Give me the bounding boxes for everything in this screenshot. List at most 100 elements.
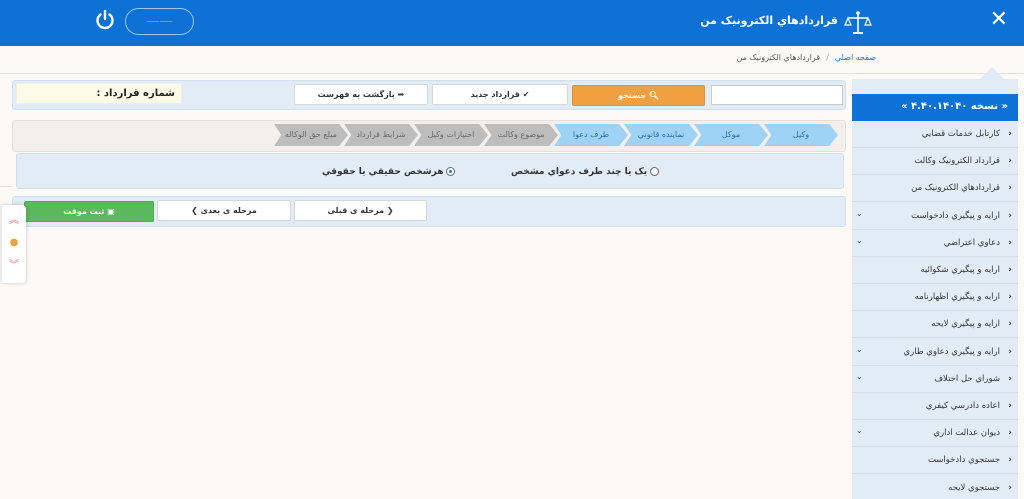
share-arrow-icon: ➦ — [397, 90, 405, 99]
chevron-left-icon: ‹ — [1008, 183, 1012, 194]
search-label: جستجو — [618, 91, 646, 100]
chevron-left-icon: ‹ — [1008, 265, 1012, 275]
sidebar-item-label: شوراي حل اختلاف — [934, 373, 1000, 384]
sidebar-item-label: ارايه و پيگيري دادخواست — [911, 210, 1000, 221]
previous-step-label: مرحله ی قبلی — [327, 206, 385, 215]
sidebar-item[interactable]: ‹ ارايه و پيگيري دعاوي طاري ⌄ — [852, 339, 1018, 366]
sidebar-item-label: قرارداد الکترونيک وکالت — [914, 156, 1000, 167]
new-contract-button[interactable]: ✔ قرارداد جديد — [432, 84, 568, 105]
sidebar-item[interactable]: ‹ جستجوي دادخواست — [852, 447, 1018, 475]
chevron-left-icon: ‹ — [1008, 346, 1012, 357]
wizard-step-tab[interactable]: طرف دعوا — [554, 124, 628, 146]
sidebar-item-label: ارايه و پيگيري دعاوي طاري — [903, 346, 1000, 357]
flame-icon[interactable]: ● — [8, 237, 20, 249]
sidebar-item[interactable]: ‹ اعاده دادرسي کيفري — [852, 393, 1018, 420]
sidebar-item-label: ديوان عدالت اداري — [933, 428, 1000, 439]
wizard-step-tab[interactable]: نماينده قانوني — [624, 124, 698, 146]
sidebar-item-label: دعاوي اعتراضي — [943, 237, 1000, 248]
back-to-list-label: بازگشت به فهرست — [317, 90, 395, 99]
sidebar-item[interactable]: ‹ قراردادهاي الکترونيک من — [852, 175, 1018, 203]
chevron-left-icon: ‹ — [1008, 319, 1012, 330]
sidebar-notch — [980, 67, 1004, 79]
breadcrumb-current: قراردادهاي الکترونيک من — [736, 53, 821, 62]
user-button[interactable]: ⸺⸺ — [125, 8, 194, 35]
radio-option-any-person[interactable]: هرشخص حقيقي يا حقوقي — [322, 167, 456, 177]
sidebar-item-label: اعاده دادرسي کيفري — [925, 401, 1000, 411]
breadcrumb-home[interactable]: صفحه اصلي — [835, 53, 876, 62]
divider — [0, 186, 12, 187]
double-chevron-down-icon[interactable]: ︾ — [8, 260, 20, 272]
check-icon: ✔ — [522, 90, 530, 99]
sidebar-item[interactable]: ‹ ارايه و پيگيري اظهارنامه — [852, 284, 1018, 312]
back-to-list-button[interactable]: ➦ بازگشت به فهرست — [294, 84, 428, 105]
sidebar-item[interactable]: ‹ ارايه و پيگيري شکوائيه — [852, 257, 1018, 284]
wizard-step-tab[interactable]: موضوع وکالت — [484, 124, 558, 146]
chevron-left-icon: ‹ — [1008, 237, 1012, 248]
sidebar-item[interactable]: ‹ کارتابل خدمات قضايي — [852, 121, 1018, 148]
close-icon[interactable]: ✕ — [990, 8, 1008, 32]
scales-icon — [844, 11, 872, 34]
save-icon: ▣ — [107, 207, 115, 216]
breadcrumb-separator: / — [826, 53, 829, 62]
chevron-down-icon[interactable]: ⌄ — [856, 236, 863, 245]
chevron-down-icon[interactable]: ⌄ — [856, 372, 863, 381]
sidebar-item[interactable]: ‹ ارايه و پيگيري دادخواست ⌄ — [852, 203, 1018, 230]
sidebar-item-label: کارتابل خدمات قضايي — [921, 129, 1000, 139]
breadcrumb: صفحه اصلي / قراردادهاي الکترونيک من — [737, 53, 877, 62]
chevron-right-icon: ❯ — [191, 206, 198, 215]
wizard-step-tab[interactable]: مبلغ حق الوکاله — [274, 124, 348, 146]
sidebar-item[interactable]: ‹ ديوان عدالت اداري ⌄ — [852, 420, 1018, 448]
chevron-left-icon: ‹ — [1008, 455, 1012, 466]
temporary-save-label: ثبت موقت — [63, 207, 105, 216]
sidebar-item-label: جستجوي دادخواست — [927, 455, 1000, 466]
chevron-left-icon: ‹ — [1008, 210, 1012, 221]
next-step-button[interactable]: مرحله ی بعدی ❯ — [157, 200, 291, 221]
divider — [0, 73, 1024, 74]
previous-step-button[interactable]: ❮ مرحله ی قبلی — [294, 200, 427, 221]
chevron-left-icon: ‹ — [1008, 156, 1012, 167]
wizard-step-tab[interactable]: اختيارات وکيل — [414, 124, 488, 146]
chevron-left-icon: ‹ — [1008, 428, 1012, 439]
chevron-left-icon: ‹ — [1008, 292, 1012, 303]
chevron-left-icon: ‹ — [1008, 482, 1012, 493]
radio-circle-any[interactable] — [446, 167, 456, 176]
radio-label-specific: يک يا چند طرف دعواي مشخص — [511, 167, 648, 177]
next-step-label: مرحله ی بعدی — [200, 206, 257, 215]
search-button[interactable]: 🔍︎ جستجو — [572, 85, 705, 106]
chevron-left-icon: ‹ — [1008, 401, 1012, 411]
sidebar-item-label: جستجوي لايحه — [948, 482, 1000, 493]
contract-number-box: شماره قرارداد : — [16, 83, 182, 104]
sidebar-item[interactable]: ‹ ارايه و پيگيري لايحه — [852, 311, 1018, 339]
top-bar: ✕ قراردادهاي الکترونيک من ⸺⸺ — [0, 0, 1024, 46]
chevron-down-icon[interactable]: ⌄ — [856, 426, 863, 435]
version-label: « نسخه ۴.۴۰.۱۴۰۴۰ » — [852, 94, 1018, 121]
wizard-step-tab[interactable]: وکيل — [764, 124, 838, 146]
search-icon: 🔍︎ — [648, 91, 659, 100]
chevron-down-icon[interactable]: ⌄ — [856, 345, 863, 354]
radio-option-specific-parties[interactable]: يک يا چند طرف دعواي مشخص — [511, 167, 660, 177]
app-title: قراردادهاي الکترونيک من — [700, 14, 838, 27]
chevron-down-icon[interactable]: ⌄ — [856, 209, 863, 218]
wizard-step-tab[interactable]: موکل — [694, 124, 768, 146]
temporary-save-button[interactable]: ▣ ثبت موقت — [24, 201, 154, 222]
power-icon[interactable] — [94, 9, 116, 31]
search-input[interactable] — [711, 85, 843, 105]
radio-circle-specific[interactable] — [650, 167, 660, 176]
chevron-left-icon: ❮ — [386, 206, 394, 215]
sidebar-item-label: ارايه و پيگيري اظهارنامه — [914, 292, 1000, 303]
double-chevron-up-icon[interactable]: ︽ — [8, 215, 20, 227]
chevron-left-icon: ‹ — [1008, 129, 1012, 139]
contract-number-label: شماره قرارداد : — [96, 88, 175, 99]
sidebar-item[interactable]: ‹ دعاوي اعتراضي ⌄ — [852, 230, 1018, 257]
wizard-step-tab[interactable]: شرايط قرارداد — [344, 124, 418, 146]
chevron-left-icon: ‹ — [1008, 373, 1012, 384]
floating-toolbar: ︽ ● ︾ — [2, 205, 26, 283]
sidebar-item-label: ارايه و پيگيري شکوائيه — [920, 265, 1000, 275]
sidebar-item[interactable]: ‹ جستجوي لايحه — [852, 475, 1018, 499]
sidebar-item[interactable]: ‹ قرارداد الکترونيک وکالت — [852, 148, 1018, 176]
radio-label-any: هرشخص حقيقي يا حقوقي — [322, 167, 444, 177]
sidebar-item-label: قراردادهاي الکترونيک من — [911, 183, 1000, 194]
sidebar-item-label: ارايه و پيگيري لايحه — [931, 319, 1000, 330]
sidebar-item[interactable]: ‹ شوراي حل اختلاف ⌄ — [852, 366, 1018, 393]
new-contract-label: قرارداد جديد — [470, 90, 520, 99]
